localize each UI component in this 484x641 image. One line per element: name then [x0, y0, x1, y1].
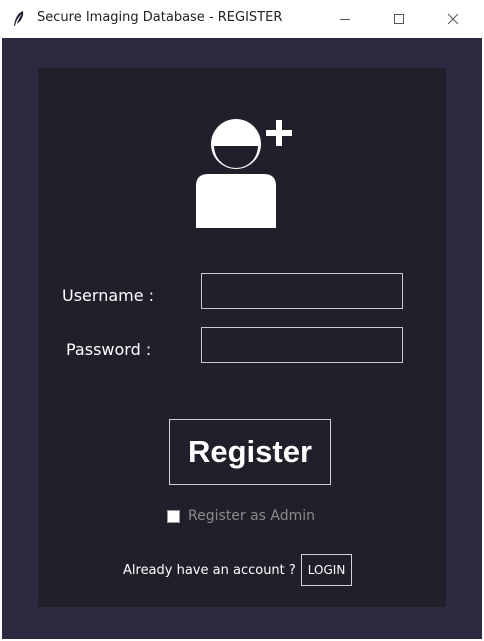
- password-label: Password :: [66, 340, 152, 359]
- maximize-icon: [394, 14, 404, 24]
- register-panel: Username : Password : Register Register …: [38, 68, 446, 607]
- feather-icon: [14, 11, 24, 26]
- login-row: Already have an account ? LOGIN: [123, 553, 353, 587]
- maximize-button[interactable]: [376, 0, 422, 38]
- admin-checkbox-row[interactable]: Register as Admin: [167, 507, 315, 525]
- login-prompt: Already have an account ?: [123, 562, 296, 578]
- login-button[interactable]: LOGIN: [300, 554, 353, 586]
- user-add-icon: [196, 119, 292, 228]
- username-label: Username :: [62, 286, 155, 305]
- admin-checkbox[interactable]: [167, 509, 180, 523]
- register-button[interactable]: Register: [169, 419, 331, 485]
- admin-checkbox-label[interactable]: Register as Admin: [188, 508, 315, 524]
- close-button[interactable]: [430, 0, 476, 38]
- client-area: Username : Password : Register Register …: [2, 38, 482, 639]
- password-field[interactable]: [201, 327, 403, 363]
- username-field[interactable]: [201, 273, 403, 309]
- register-window: Secure Imaging Database - REGISTER Usern…: [0, 0, 484, 641]
- minimize-button[interactable]: [322, 0, 368, 38]
- window-title: Secure Imaging Database - REGISTER: [37, 10, 283, 25]
- title-bar[interactable]: Secure Imaging Database - REGISTER: [0, 0, 484, 38]
- minimize-icon: [340, 19, 350, 20]
- close-icon: [447, 13, 459, 25]
